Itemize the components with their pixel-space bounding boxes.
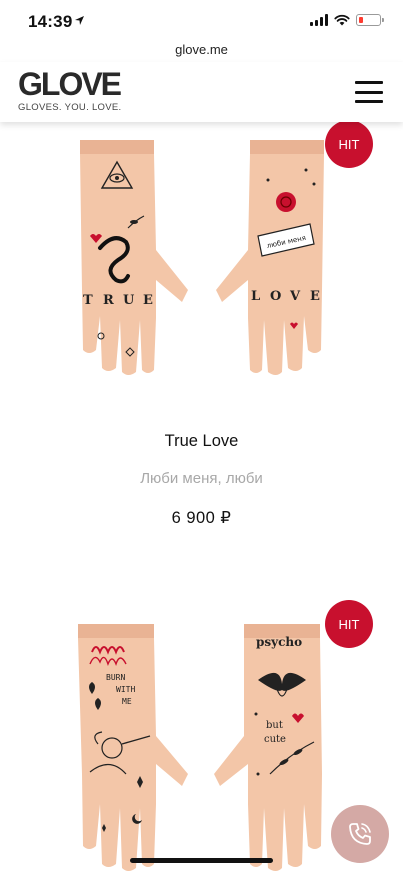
status-icons — [310, 14, 384, 26]
home-indicator[interactable] — [130, 858, 273, 863]
wifi-icon — [334, 14, 350, 26]
glove-text-but: but — [266, 720, 283, 731]
product-name[interactable]: True Love — [0, 432, 403, 451]
product-card[interactable]: HIT TRUE люби меня LOVE True Love Люби м — [0, 120, 403, 542]
glove-text-cute: cute — [264, 734, 286, 745]
status-bar: 14:39 — [0, 0, 403, 42]
logo-word: GLOVE — [18, 66, 122, 102]
site-header: GLOVE GLOVES. YOU. LOVE. — [0, 62, 403, 122]
url-bar[interactable]: glove.me — [0, 42, 403, 62]
phone-call-icon — [349, 823, 371, 845]
call-button[interactable] — [331, 805, 389, 863]
glove-text-me: ME — [122, 697, 132, 706]
glove-text-psycho: psycho — [256, 635, 302, 649]
product-price: 6 900 ₽ — [171, 509, 232, 527]
cellular-signal-icon — [310, 14, 328, 26]
hit-badge: HIT — [325, 600, 373, 648]
right-glove-shape — [214, 624, 322, 871]
glove-logo[interactable]: GLOVE GLOVES. YOU. LOVE. — [18, 66, 122, 113]
left-glove-shape — [78, 624, 188, 871]
status-time: 14:39 — [28, 12, 73, 31]
product-image-burn-with-me[interactable]: BURN WITH ME psycho but cute — [70, 624, 335, 872]
left-glove-shape — [80, 140, 188, 375]
right-glove-shape — [216, 140, 324, 375]
product-subtitle: Люби меня, люби — [140, 470, 263, 487]
product-image-true-love[interactable]: TRUE люби меня LOVE — [70, 140, 335, 380]
glove-text-with: WITH — [116, 685, 135, 694]
logo-tagline: GLOVES. YOU. LOVE. — [18, 102, 122, 113]
hamburger-menu-icon[interactable] — [355, 81, 383, 103]
battery-low-icon — [356, 14, 384, 26]
location-arrow-icon — [75, 16, 84, 25]
glove-text-burn: BURN — [106, 673, 125, 682]
hit-badge: HIT — [325, 120, 373, 168]
